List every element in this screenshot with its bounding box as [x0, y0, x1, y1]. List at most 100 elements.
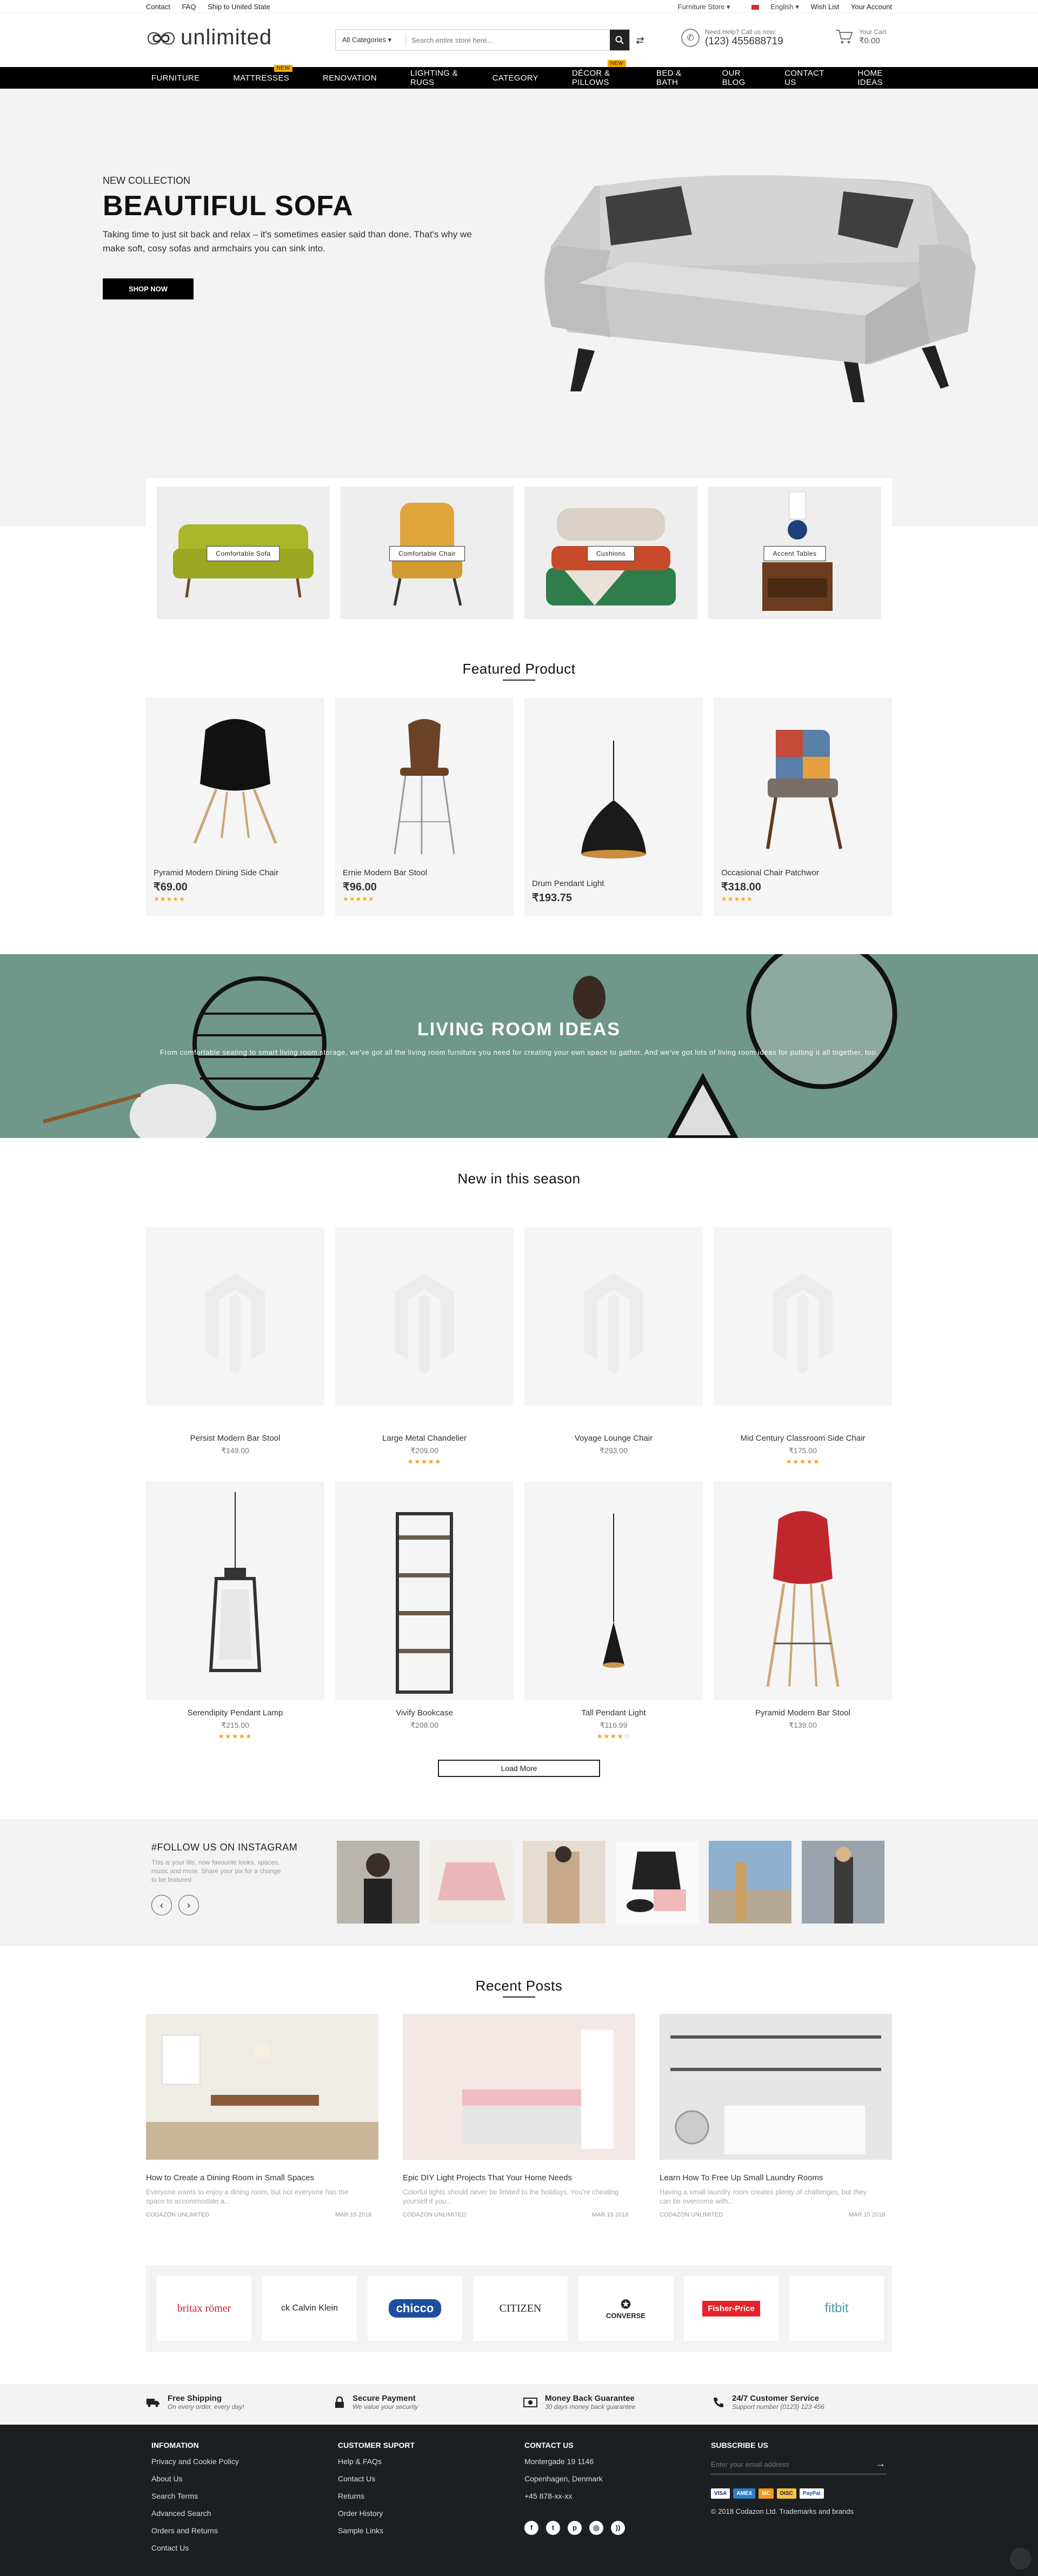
product-name[interactable]: Ernie Modern Bar Stool — [343, 868, 427, 877]
product-name[interactable]: Large Metal Chandelier — [335, 1434, 514, 1443]
footer-link[interactable]: Order History — [338, 2505, 415, 2522]
contact-link[interactable]: Contact — [146, 3, 170, 11]
footer-link[interactable]: Help & FAQs — [338, 2453, 415, 2470]
category-card-sofa[interactable]: Comfortable Sofa — [157, 487, 330, 619]
product-name[interactable]: Occasional Chair Patchwor — [721, 868, 819, 877]
product-name[interactable]: Tall Pendant Light — [524, 1708, 703, 1718]
phone-number[interactable]: (123) 455688719 — [705, 36, 783, 48]
next-arrow-icon[interactable]: › — [178, 1895, 199, 1915]
nav-home-ideas[interactable]: HOME IDEAS — [857, 69, 892, 87]
compare-icon[interactable] — [635, 36, 645, 48]
footer-link[interactable]: Privacy and Cookie Policy — [151, 2453, 239, 2470]
wishlist-link[interactable]: Wish List — [811, 3, 840, 11]
brand-logo-citizen[interactable]: CITIZEN — [473, 2276, 568, 2341]
footer-link[interactable]: Search Terms — [151, 2487, 239, 2505]
hero-content: NEW COLLECTION BEAUTIFUL SOFA Taking tim… — [103, 175, 492, 299]
product-card[interactable]: Ernie Modern Bar Stool ₹96.00 ★★★★★ — [335, 697, 514, 916]
instagram-icon[interactable]: ◎ — [589, 2521, 603, 2535]
product-name[interactable]: Voyage Lounge Chair — [524, 1434, 703, 1443]
faq-link[interactable]: FAQ — [182, 3, 196, 11]
product-name[interactable]: Mid Century Classroom Side Chair — [714, 1434, 892, 1443]
post-title[interactable]: Learn How To Free Up Small Laundry Rooms — [660, 2173, 823, 2182]
ship-link[interactable]: Ship to United State — [208, 3, 270, 11]
nav-furniture[interactable]: FURNITURE — [151, 74, 199, 83]
footer-link[interactable]: Returns — [338, 2487, 415, 2505]
product-name[interactable]: Persist Modern Bar Stool — [146, 1434, 324, 1443]
instagram-photo[interactable] — [709, 1841, 791, 1923]
nav-renovation[interactable]: RENOVATION — [323, 74, 377, 83]
category-label[interactable]: Accent Tables — [763, 546, 826, 561]
pinterest-icon[interactable]: p — [568, 2521, 582, 2535]
store-switcher[interactable]: Furniture Store ▾ — [668, 3, 730, 11]
twitter-icon[interactable]: t — [546, 2521, 560, 2535]
newsletter-email-input[interactable] — [711, 2456, 862, 2472]
arrow-right-icon[interactable]: → — [876, 2458, 886, 2470]
new-product-card[interactable] — [335, 1227, 514, 1406]
footer-link[interactable]: Contact Us — [338, 2470, 415, 2487]
brand-logo-fitbit[interactable]: fitbit — [789, 2276, 884, 2341]
post-image[interactable] — [403, 2014, 635, 2160]
brand-logo-ck[interactable]: ck Calvin Klein — [262, 2276, 357, 2341]
rss-icon[interactable]: )) — [611, 2521, 625, 2535]
mini-cart[interactable]: Your Cart ₹0.00 — [835, 28, 886, 45]
facebook-icon[interactable]: f — [524, 2521, 538, 2535]
footer-link[interactable]: Sample Links — [338, 2522, 415, 2539]
instagram-photo[interactable] — [802, 1841, 884, 1923]
category-label[interactable]: Comfortable Chair — [389, 546, 465, 561]
product-name[interactable]: Serendipity Pendant Lamp — [146, 1708, 324, 1718]
footer-link[interactable]: Advanced Search — [151, 2505, 239, 2522]
product-card[interactable]: Pyramid Modern Dining Side Chair ₹69.00 … — [146, 697, 324, 916]
prev-arrow-icon[interactable]: ‹ — [151, 1895, 172, 1915]
instagram-photo[interactable] — [430, 1841, 513, 1923]
product-card[interactable]: Drum Pendant Light ₹193.75 — [524, 697, 703, 916]
brand-logo-converse[interactable]: ✪ CONVERSE — [578, 2276, 673, 2341]
footer-link[interactable]: Contact Us — [151, 2539, 239, 2557]
new-product-card[interactable] — [714, 1227, 892, 1406]
product-name[interactable]: Drum Pendant Light — [532, 879, 604, 888]
instagram-photo[interactable] — [337, 1841, 420, 1923]
post-image[interactable] — [146, 2014, 378, 2160]
nav-our-blog[interactable]: OUR BLOG — [722, 69, 751, 87]
new-product-card[interactable] — [335, 1481, 514, 1700]
nav-decor-pillows[interactable]: DÉCOR & PILLOWS NEW — [572, 60, 627, 87]
instagram-photo[interactable] — [523, 1841, 606, 1923]
product-name[interactable]: Pyramid Modern Dining Side Chair — [154, 868, 278, 877]
new-product-card[interactable] — [524, 1481, 703, 1700]
category-card-tables[interactable]: Accent Tables — [708, 487, 881, 619]
instagram-photo[interactable] — [616, 1841, 698, 1923]
nav-bed-bath[interactable]: BED & BATH — [656, 69, 689, 87]
brand-logo-chicco[interactable]: chicco — [368, 2276, 462, 2341]
shop-now-button[interactable]: SHOP NOW — [103, 278, 194, 299]
post-title[interactable]: Epic DIY Light Projects That Your Home N… — [403, 2173, 572, 2182]
category-label[interactable]: Comfortable Sofa — [207, 546, 280, 561]
new-product-card[interactable] — [146, 1227, 324, 1406]
category-card-chair[interactable]: Comfortable Chair — [341, 487, 514, 619]
language-switcher[interactable]: English ▾ — [742, 3, 799, 11]
product-card[interactable]: Occasional Chair Patchwor ₹318.00 ★★★★★ — [714, 697, 892, 916]
new-product-card[interactable] — [524, 1227, 703, 1406]
search-input[interactable] — [406, 36, 610, 44]
nav-mattresses[interactable]: MATTRESSES NEW — [233, 64, 292, 83]
nav-contact-us[interactable]: CONTACT US — [784, 69, 824, 87]
new-product-card[interactable] — [714, 1481, 892, 1700]
new-product-card[interactable] — [146, 1481, 324, 1700]
category-card-cushions[interactable]: Cushions — [524, 487, 697, 619]
back-to-top-button[interactable] — [1010, 2548, 1032, 2570]
nav-lighting-rugs[interactable]: LIGHTING & RUGS — [410, 69, 459, 87]
post-title[interactable]: How to Create a Dining Room in Small Spa… — [146, 2173, 314, 2182]
category-label[interactable]: Cushions — [587, 546, 635, 561]
footer-link[interactable]: About Us — [151, 2470, 239, 2487]
search-category-select[interactable]: All Categories ▾ — [336, 34, 406, 46]
nav-category[interactable]: CATEGORY — [493, 74, 538, 83]
search-button[interactable] — [610, 30, 629, 50]
brand-logo-britax[interactable]: britax römer — [157, 2276, 251, 2341]
footer-link[interactable]: Orders and Returns — [151, 2522, 239, 2539]
load-more-button[interactable]: Load More — [438, 1760, 600, 1777]
footer-phone[interactable]: +45 878-xx-xx — [524, 2487, 625, 2505]
post-image[interactable] — [660, 2014, 892, 2160]
logo[interactable]: unlimited — [146, 25, 272, 50]
brand-logo-fisher-price[interactable]: Fisher-Price — [684, 2276, 778, 2341]
product-name[interactable]: Vivify Bookcase — [335, 1708, 514, 1718]
account-link[interactable]: Your Account — [851, 3, 892, 11]
product-name[interactable]: Pyramid Modern Bar Stool — [714, 1708, 892, 1718]
